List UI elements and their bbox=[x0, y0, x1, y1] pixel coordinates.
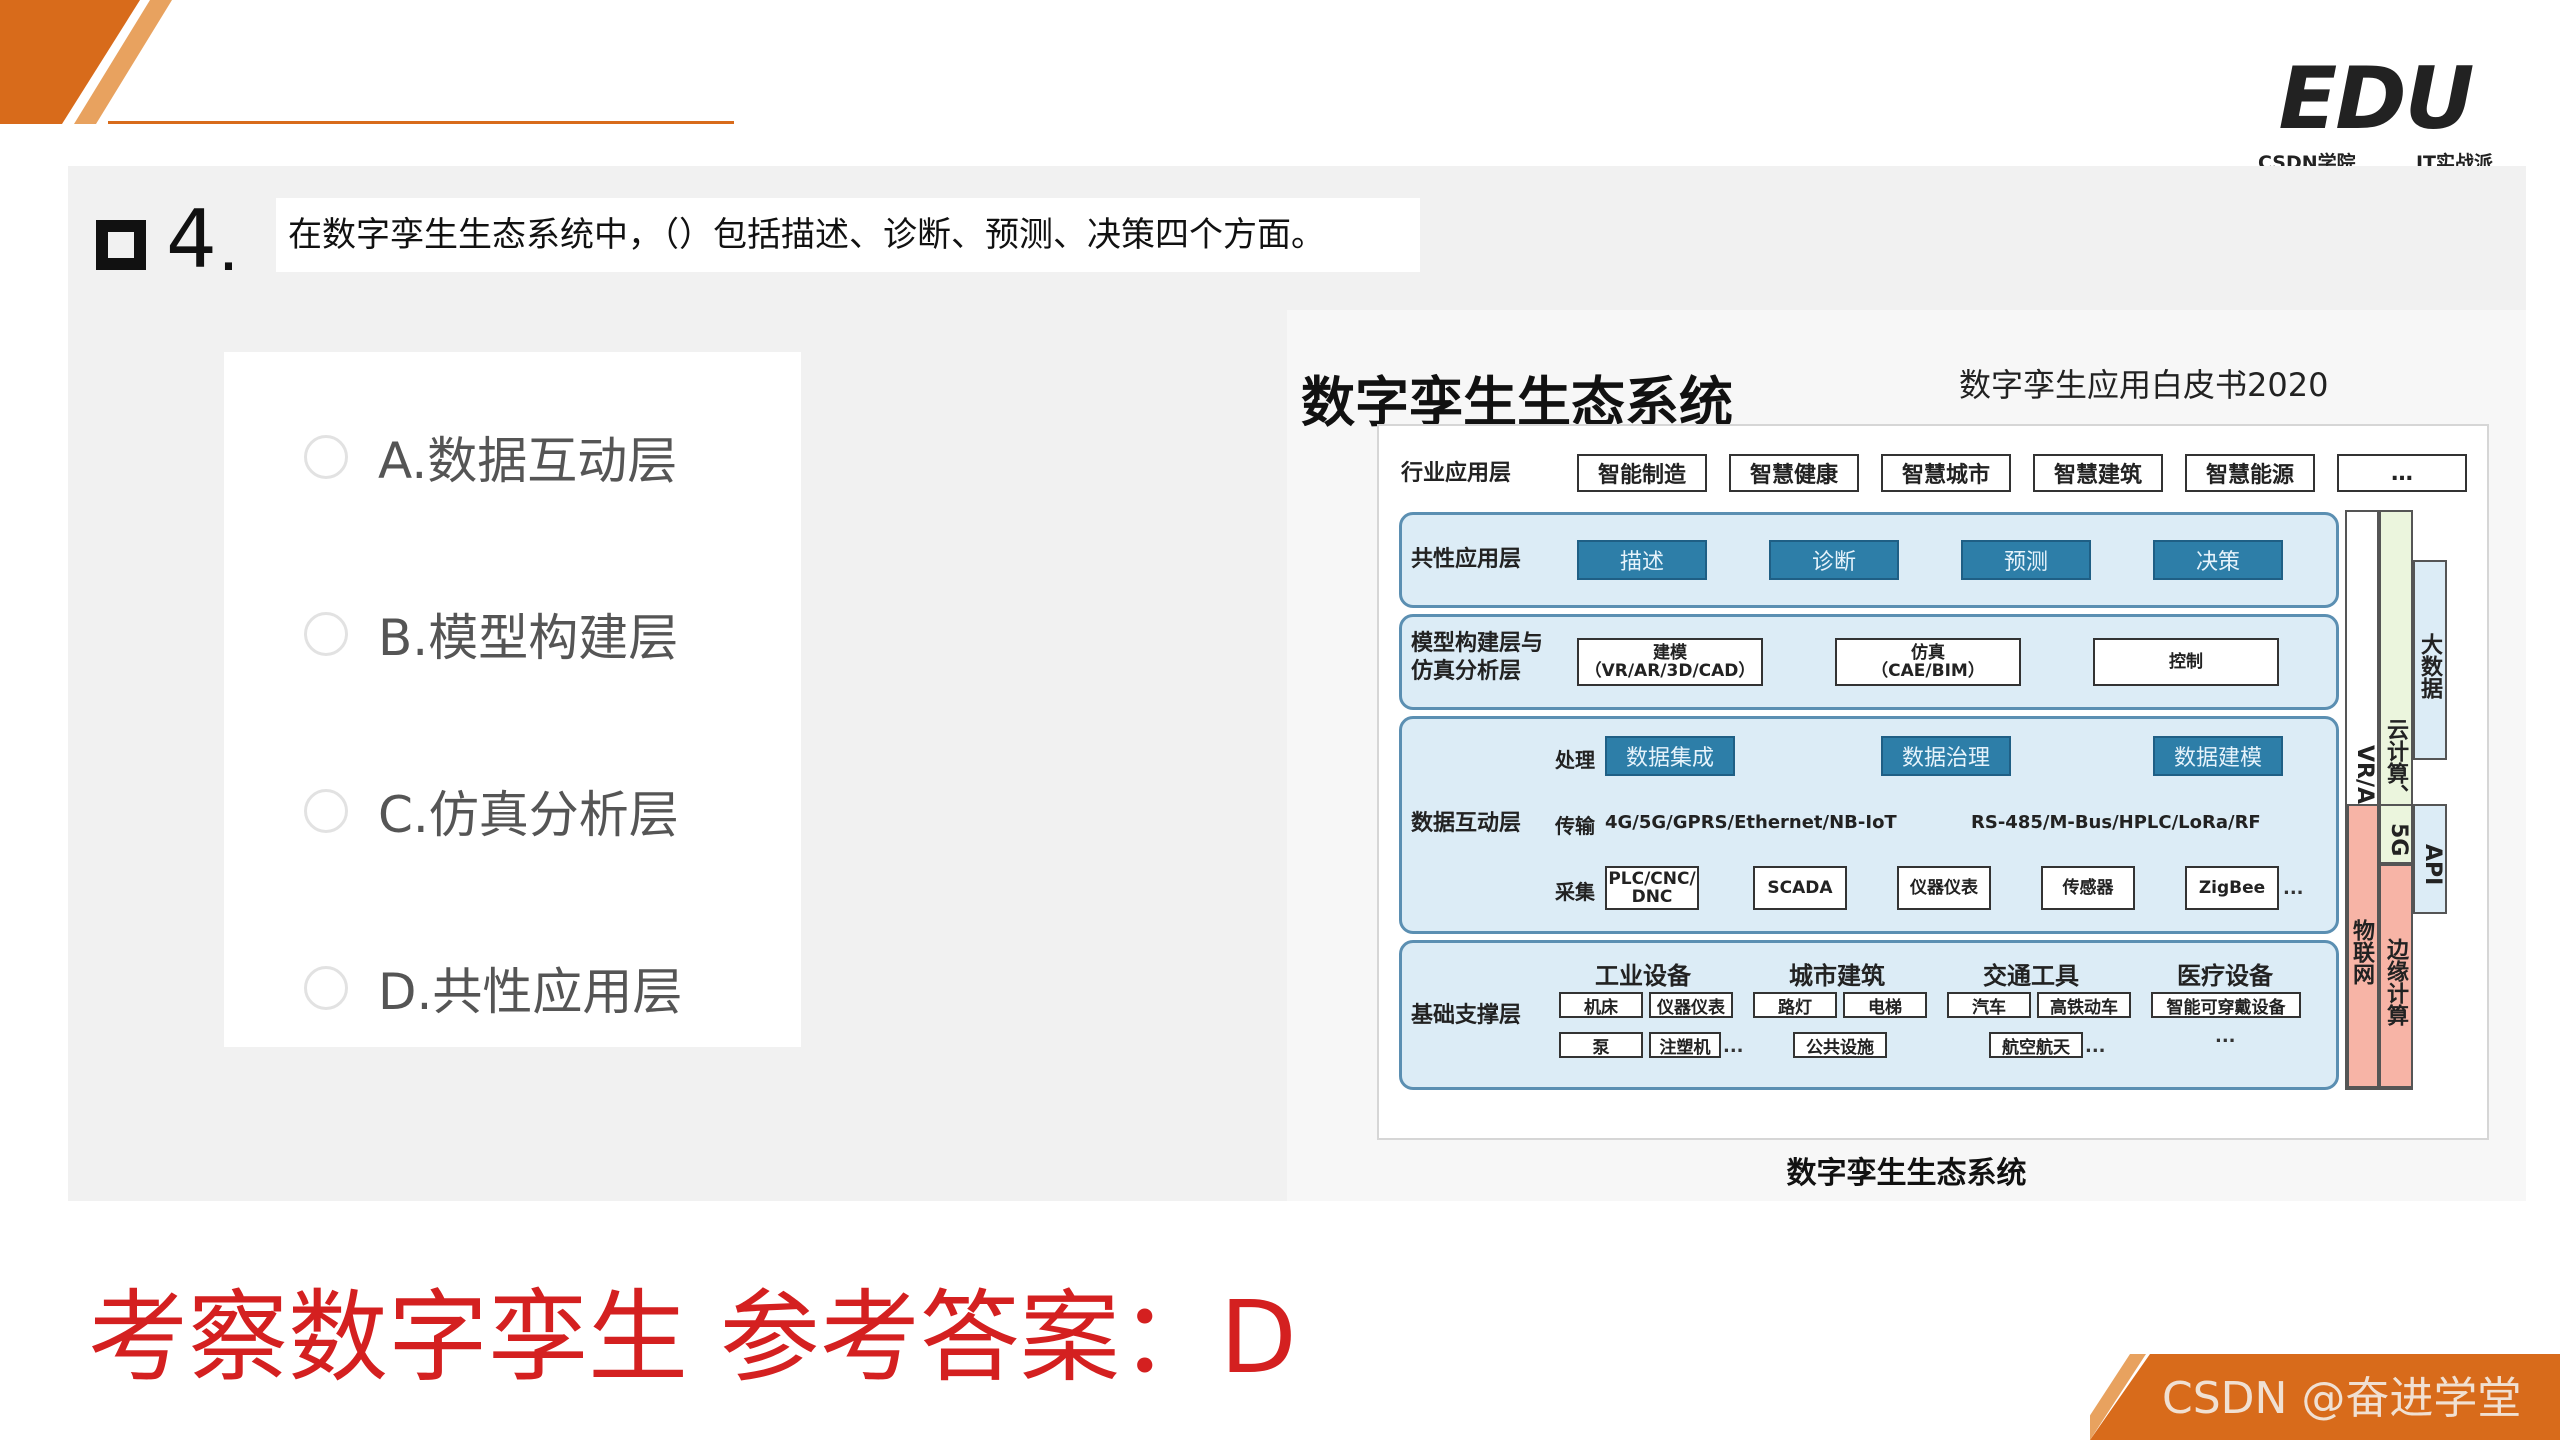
api-column: API bbox=[2413, 804, 2447, 914]
industry-item: 智慧能源 bbox=[2185, 454, 2315, 492]
option-d[interactable]: D.共性应用层 bbox=[304, 953, 682, 1023]
model-item-line2: （CAE/BIM） bbox=[1871, 661, 1985, 681]
common-item: 决策 bbox=[2153, 540, 2283, 580]
logo-text: EDU bbox=[2278, 49, 2475, 149]
base-layer-label: 基础支撑层 bbox=[1411, 1003, 1522, 1028]
base-more: ... bbox=[2085, 1036, 2106, 1057]
option-a[interactable]: A.数据互动层 bbox=[304, 422, 677, 492]
question-number-dot: . bbox=[220, 234, 237, 280]
collect-item-line2: DNC bbox=[1631, 887, 1673, 907]
industry-item: 智慧建筑 bbox=[2033, 454, 2163, 492]
transfer-label: 传输 bbox=[1555, 814, 1595, 838]
base-item: 路灯 bbox=[1753, 992, 1837, 1018]
common-item: 诊断 bbox=[1769, 540, 1899, 580]
common-layer-label: 共性应用层 bbox=[1411, 547, 1522, 572]
base-item: 注塑机 bbox=[1649, 1032, 1721, 1058]
edge-column: 边缘计算 bbox=[2379, 864, 2413, 1088]
base-item: 机床 bbox=[1559, 992, 1643, 1018]
radio-icon[interactable] bbox=[304, 435, 348, 479]
model-item-line2: （VR/AR/3D/CAD） bbox=[1584, 661, 1756, 681]
base-category-title: 医疗设备 bbox=[2177, 962, 2273, 990]
5g-column: 5G bbox=[2379, 804, 2413, 864]
common-item: 预测 bbox=[1961, 540, 2091, 580]
ecosystem-diagram: 数字孪生生态系统 数字孪生应用白皮书2020 行业应用层 智能制造 智慧健康 智… bbox=[1287, 310, 2526, 1201]
radio-icon[interactable] bbox=[304, 966, 348, 1010]
option-label: D.共性应用层 bbox=[378, 963, 683, 1021]
diagram-source: 数字孪生应用白皮书2020 bbox=[1959, 366, 2329, 404]
model-item: 控制 bbox=[2093, 638, 2279, 686]
model-item-line1: 仿真 bbox=[1911, 643, 1945, 663]
title-underline bbox=[108, 121, 734, 124]
base-item: 高铁动车 bbox=[2037, 992, 2131, 1018]
process-item: 数据建模 bbox=[2153, 736, 2283, 776]
base-category-title: 工业设备 bbox=[1595, 962, 1691, 990]
industry-item: … bbox=[2337, 454, 2467, 492]
industry-item: 智能制造 bbox=[1577, 454, 1707, 492]
collect-item: PLC/CNC/ DNC bbox=[1605, 866, 1699, 910]
options-card: A.数据互动层 B.模型构建层 C.仿真分析层 D.共性应用层 bbox=[224, 352, 801, 1047]
industry-item: 智慧健康 bbox=[1729, 454, 1859, 492]
edu-logo: EDU CSDN学院 IT实战派 bbox=[2258, 56, 2493, 175]
base-item: 智能可穿戴设备 bbox=[2151, 992, 2301, 1018]
base-more: ... bbox=[1723, 1036, 1744, 1057]
diagram-frame: 行业应用层 智能制造 智慧健康 智慧城市 智慧建筑 智慧能源 … 共性应用层 描… bbox=[1377, 424, 2489, 1140]
model-layer-label-2: 仿真分析层 bbox=[1411, 659, 1522, 684]
radio-icon[interactable] bbox=[304, 789, 348, 833]
collect-more: ... bbox=[2283, 878, 2304, 899]
base-item: 仪器仪表 bbox=[1649, 992, 1733, 1018]
corner-decoration bbox=[0, 0, 172, 124]
question-text: 在数字孪生生态系统中，（）包括描述、诊断、预测、决策四个方面。 bbox=[276, 198, 1420, 272]
option-b[interactable]: B.模型构建层 bbox=[304, 599, 678, 669]
watermark: CSDN @奋进学堂 bbox=[2162, 1373, 2522, 1424]
process-item: 数据集成 bbox=[1605, 736, 1735, 776]
collect-item: 仪器仪表 bbox=[1897, 866, 1991, 910]
question-number-text: 4 bbox=[166, 193, 217, 286]
model-item-line1: 控制 bbox=[2169, 652, 2203, 672]
base-category-title: 交通工具 bbox=[1983, 962, 2079, 990]
collect-item: 传感器 bbox=[2041, 866, 2135, 910]
collect-item-line1: PLC/CNC/ bbox=[1608, 869, 1696, 889]
model-item: 仿真 （CAE/BIM） bbox=[1835, 638, 2021, 686]
process-item: 数据治理 bbox=[1881, 736, 2011, 776]
model-item-line1: 建模 bbox=[1653, 643, 1687, 663]
transfer-left: 4G/5G/GPRS/Ethernet/NB-IoT bbox=[1605, 812, 1897, 833]
base-item: 航空航天 bbox=[1989, 1032, 2083, 1058]
data-layer-label: 数据互动层 bbox=[1411, 811, 1522, 836]
process-label: 处理 bbox=[1555, 748, 1595, 772]
option-label: A.数据互动层 bbox=[378, 432, 678, 490]
collect-item: ZigBee bbox=[2185, 866, 2279, 910]
iot-column: 物联网 bbox=[2347, 804, 2379, 1088]
transfer-right: RS-485/M-Bus/HPLC/LoRa/RF bbox=[1971, 812, 2261, 833]
collect-label: 采集 bbox=[1555, 880, 1595, 904]
model-layer-label-1: 模型构建层与 bbox=[1411, 631, 1544, 656]
option-label: C.仿真分析层 bbox=[378, 786, 679, 844]
answer-text: 考察数字孪生 参考答案：D bbox=[88, 1279, 1297, 1396]
question-number: 4 . bbox=[96, 190, 236, 280]
industry-layer-label: 行业应用层 bbox=[1401, 461, 1512, 486]
model-item: 建模 （VR/AR/3D/CAD） bbox=[1577, 638, 1763, 686]
option-c[interactable]: C.仿真分析层 bbox=[304, 776, 679, 846]
collect-item: SCADA bbox=[1753, 866, 1847, 910]
question-square-icon bbox=[96, 220, 146, 270]
base-item: 泵 bbox=[1559, 1032, 1643, 1058]
base-item: 汽车 bbox=[1947, 992, 2031, 1018]
base-item: 电梯 bbox=[1843, 992, 1927, 1018]
base-category-title: 城市建筑 bbox=[1789, 962, 1885, 990]
radio-icon[interactable] bbox=[304, 612, 348, 656]
diagram-caption: 数字孪生生态系统 bbox=[1786, 1156, 2027, 1191]
common-item: 描述 bbox=[1577, 540, 1707, 580]
bigdata-column: 大数据 bbox=[2413, 560, 2447, 760]
base-item: 公共设施 bbox=[1793, 1032, 1887, 1058]
option-label: B.模型构建层 bbox=[378, 609, 679, 667]
base-more: ... bbox=[2215, 1026, 2236, 1047]
industry-item: 智慧城市 bbox=[1881, 454, 2011, 492]
